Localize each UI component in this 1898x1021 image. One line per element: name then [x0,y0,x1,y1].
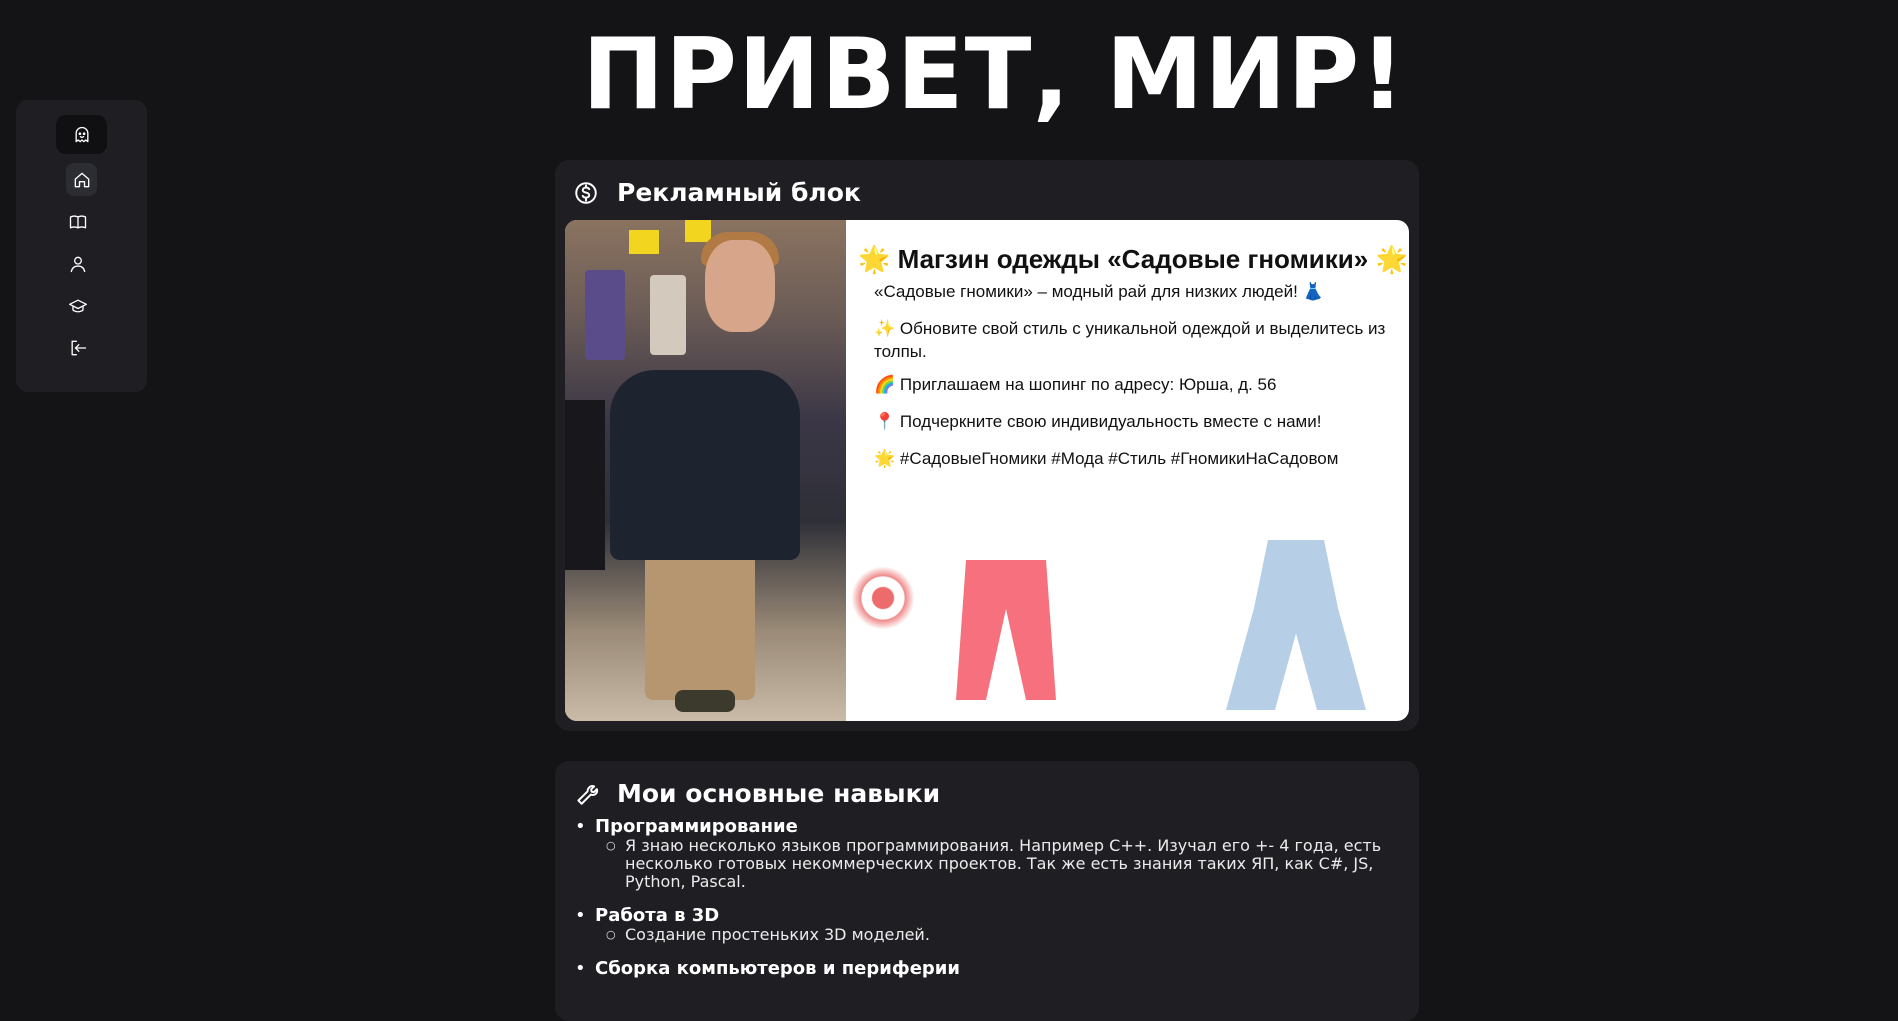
ad-photo [565,220,846,721]
ad-text-panel: 🌟 Магзин одежды «Садовые гномики» 🌟 «Сад… [846,220,1409,721]
ad-line: 📍 Подчеркните свою индивидуальность вмес… [874,412,1322,431]
skill-name: Работа в 3D [595,905,720,926]
wrench-icon [577,784,599,805]
skill-name: Программирование [595,816,798,837]
skill-item: Программирование Я знаю несколько языков… [575,816,1385,891]
skill-item: Работа в 3D Создание простеньких 3D моде… [575,905,1385,945]
page-title: ПРИВЕТ, МИР! [582,18,1406,132]
dollar-circle-icon [575,181,597,204]
book-icon [69,214,86,228]
ad-heading: 🌟 Магзин одежды «Садовые гномики» 🌟 [858,244,1408,274]
ad-line: 🌈 Приглашаем на шопинг по адресу: Юрша, … [874,375,1277,394]
sidebar [16,100,147,392]
logout-icon [71,340,86,355]
skills-card: Мои основные навыки Программирование Я з… [555,761,1419,1021]
sidebar-item-profile[interactable] [57,243,98,284]
skill-name: Сборка компьютеров и периферии [595,958,961,979]
ad-block-card: Рекламный блок 🌟 Магзин одежды «Садовые … [555,160,1419,731]
sidebar-item-book[interactable] [57,201,98,242]
ad-line: 🌟 #СадовыеГномики #Мода #Стиль #ГномикиН… [874,449,1339,468]
skills-header: Мои основные навыки [573,779,940,808]
ad-line: ✨ Обновите свой стиль с уникальной одежд… [874,319,1386,361]
user-icon [70,256,85,272]
skill-desc: Я знаю несколько языков программирования… [606,837,1385,891]
sidebar-item-home[interactable] [66,163,97,196]
ad-banner[interactable]: 🌟 Магзин одежды «Садовые гномики» 🌟 «Сад… [565,220,1409,721]
skills-title: Мои основные навыки [617,779,941,808]
sidebar-item-education[interactable] [57,285,98,326]
skills-list: Программирование Я знаю несколько языков… [575,816,1385,993]
ad-block-title: Рекламный блок [617,178,861,207]
graduation-cap-icon [68,299,87,312]
ad-line: «Садовые гномики» – модный рай для низки… [874,282,1324,301]
home-icon [74,172,89,187]
skill-item: Сборка компьютеров и периферии [575,958,1385,979]
skill-desc: Создание простеньких 3D моделей. [606,926,1385,945]
ad-block-header: Рекламный блок [573,178,861,207]
sidebar-item-logout[interactable] [57,327,98,368]
